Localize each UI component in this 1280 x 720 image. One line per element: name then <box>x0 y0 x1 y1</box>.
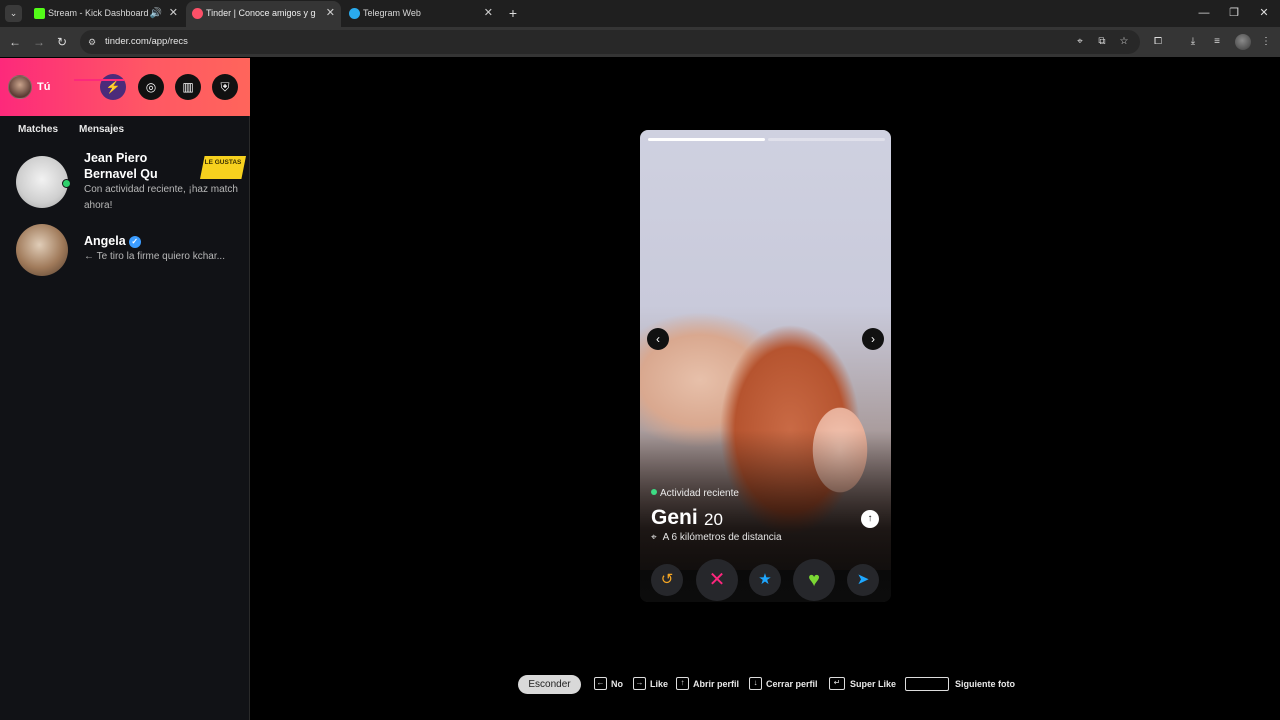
install-app-icon[interactable]: ⧉ <box>1094 34 1110 50</box>
down-arrow-key-icon: ↓ <box>749 677 762 690</box>
tab-label: Telegram Web <box>363 8 421 18</box>
enter-key-icon: ↵ <box>829 677 845 690</box>
space-key-icon <box>905 677 949 691</box>
active-tab-indicator <box>74 79 124 81</box>
up-arrow-key-icon: ↑ <box>676 677 689 690</box>
conversation-item[interactable]: Angela ✓ ← Te tiro la firme quiero kchar.… <box>0 223 250 289</box>
tab-label: Stream - Kick Dashboard <box>48 8 149 18</box>
right-arrow-key-icon: → <box>633 677 646 690</box>
boost-bolt-icon[interactable]: ⚡ <box>100 74 126 100</box>
extensions-icon[interactable]: ⧠ <box>1150 34 1166 50</box>
shortcut-no-label: No <box>611 679 623 689</box>
verified-badge-icon: ✓ <box>128 236 141 248</box>
tab-tinder[interactable]: Tinder | Conoce amigos y gent ✕ <box>186 1 341 27</box>
site-info-icon[interactable]: ⚙ <box>86 36 98 48</box>
tinder-favicon-icon <box>192 8 203 19</box>
browser-profile-avatar[interactable] <box>1235 34 1251 50</box>
profile-age: 20 <box>704 510 723 529</box>
keyboard-shortcuts-bar: Esconder ← No → Like ↑ Abrir perfil ↓ Ce… <box>0 672 1280 698</box>
url-text[interactable]: tinder.com/app/recs <box>105 30 188 54</box>
avatar <box>16 156 68 208</box>
heart-icon: ♥ <box>808 569 820 591</box>
photo-progress-segment-active <box>648 138 765 141</box>
location-icon[interactable]: ⌖ <box>1072 34 1088 50</box>
menu-icon[interactable]: ⋮ <box>1258 34 1274 50</box>
user-name[interactable]: Tú <box>37 81 50 93</box>
address-bar[interactable]: ⚙ tinder.com/app/recs ⌖ ⧉ ☆ <box>80 30 1140 54</box>
super-like-button[interactable]: ★ <box>749 564 781 596</box>
media-control-icon[interactable]: ≡ <box>1209 34 1225 50</box>
nope-button[interactable]: ✕ <box>696 559 738 601</box>
activity-text: Actividad reciente <box>660 488 739 499</box>
left-arrow-key-icon: ← <box>594 677 607 690</box>
tab-search-button[interactable]: ⌄ <box>5 5 22 22</box>
recent-activity-label: Actividad reciente <box>651 488 739 499</box>
photo-progress-segment <box>768 138 885 141</box>
shortcut-super-like-label: Super Like <box>850 679 897 689</box>
close-tab-icon[interactable]: ✕ <box>484 1 493 26</box>
next-photo-chevron-icon[interactable]: › <box>862 328 884 350</box>
browser-toolbar: ← → ↻ ⚙ tinder.com/app/recs ⌖ ⧉ ☆ ⧠ ⤓ ≡ … <box>0 27 1280 57</box>
hide-shortcuts-button[interactable]: Esconder <box>518 675 581 694</box>
online-indicator <box>62 179 71 188</box>
tab-messages[interactable]: Mensajes <box>79 124 124 135</box>
tab-kick-dashboard[interactable]: Stream - Kick Dashboard 🔊 ✕ <box>28 1 184 27</box>
shortcut-next-photo-label: Siguiente foto <box>955 679 1015 689</box>
user-avatar[interactable] <box>8 75 32 99</box>
browser-tab-strip: ⌄ Stream - Kick Dashboard 🔊 ✕ Tinder | C… <box>0 0 1280 27</box>
forward-icon[interactable]: → <box>30 33 48 51</box>
kick-favicon-icon <box>34 8 45 19</box>
close-icon: ✕ <box>708 569 726 591</box>
minimize-icon[interactable]: — <box>1194 3 1214 23</box>
previous-photo-chevron-icon[interactable]: ‹ <box>647 328 669 350</box>
rewind-button[interactable]: ↺ <box>651 564 683 596</box>
sidebar-tabs: Matches Mensajes <box>0 116 250 140</box>
close-tab-icon[interactable]: ✕ <box>326 1 335 26</box>
rewind-icon: ↺ <box>660 571 674 588</box>
star-icon: ★ <box>758 571 772 588</box>
conversation-item[interactable]: Jean Piero Bernavel Qu Con actividad rec… <box>0 150 250 216</box>
shortcut-like-label: Like <box>650 679 669 689</box>
conversation-name: Jean Piero Bernavel Qu <box>84 151 158 181</box>
new-tab-button[interactable]: + <box>506 4 520 22</box>
restore-icon[interactable]: ❐ <box>1224 3 1244 23</box>
sidebar-header: Tú ⚡ ◎ ▥ ⛨ <box>0 58 250 116</box>
like-button[interactable]: ♥ <box>793 559 835 601</box>
shortcut-open-profile-label: Abrir perfil <box>693 679 740 689</box>
open-profile-arrow-icon[interactable]: ↑ <box>861 510 879 528</box>
telegram-favicon-icon <box>349 8 360 19</box>
sidebar: Tú ⚡ ◎ ▥ ⛨ Matches Mensajes Jean Piero B… <box>0 58 250 720</box>
bookmark-star-icon[interactable]: ☆ <box>1116 34 1132 50</box>
conversation-name-text: Angela <box>84 234 126 248</box>
back-icon[interactable]: ← <box>6 33 24 51</box>
profile-distance: ⌖ A 6 kilómetros de distancia <box>651 532 782 543</box>
explore-compass-icon[interactable]: ◎ <box>138 74 164 100</box>
location-pin-icon: ⌖ <box>651 532 657 543</box>
activity-dot-icon <box>651 489 657 495</box>
tab-telegram[interactable]: Telegram Web ✕ <box>343 1 499 27</box>
reload-icon[interactable]: ↻ <box>53 33 71 51</box>
close-tab-icon[interactable]: ✕ <box>169 1 178 26</box>
download-icon[interactable]: ⤓ <box>1185 34 1201 50</box>
avatar <box>16 224 68 276</box>
tab-label: Tinder | Conoce amigos y gent <box>206 8 316 18</box>
conversation-preview: ← Te tiro la firme quiero kchar... <box>84 251 225 262</box>
conversation-preview: Con actividad reciente, ¡haz match ahora… <box>84 184 238 211</box>
likes-you-badge: LE GUSTAS <box>200 156 246 179</box>
profile-card[interactable]: ‹ › Actividad reciente Geni 20 ⌖ A 6 kiló… <box>640 130 891 602</box>
tab-matches[interactable]: Matches <box>18 124 58 135</box>
work-briefcase-icon[interactable]: ▥ <box>175 74 201 100</box>
distance-text: A 6 kilómetros de distancia <box>662 532 782 543</box>
conversation-name: Angela ✓ <box>84 233 141 249</box>
shortcut-close-profile-label: Cerrar perfil <box>766 679 818 689</box>
safety-shield-icon[interactable]: ⛨ <box>212 74 238 100</box>
boost-button[interactable]: ➤ <box>847 564 879 596</box>
speaker-icon[interactable]: 🔊 <box>150 1 162 26</box>
send-icon: ➤ <box>856 571 870 588</box>
profile-name: Geni <box>651 506 698 529</box>
window-close-icon[interactable]: ✕ <box>1254 3 1274 23</box>
